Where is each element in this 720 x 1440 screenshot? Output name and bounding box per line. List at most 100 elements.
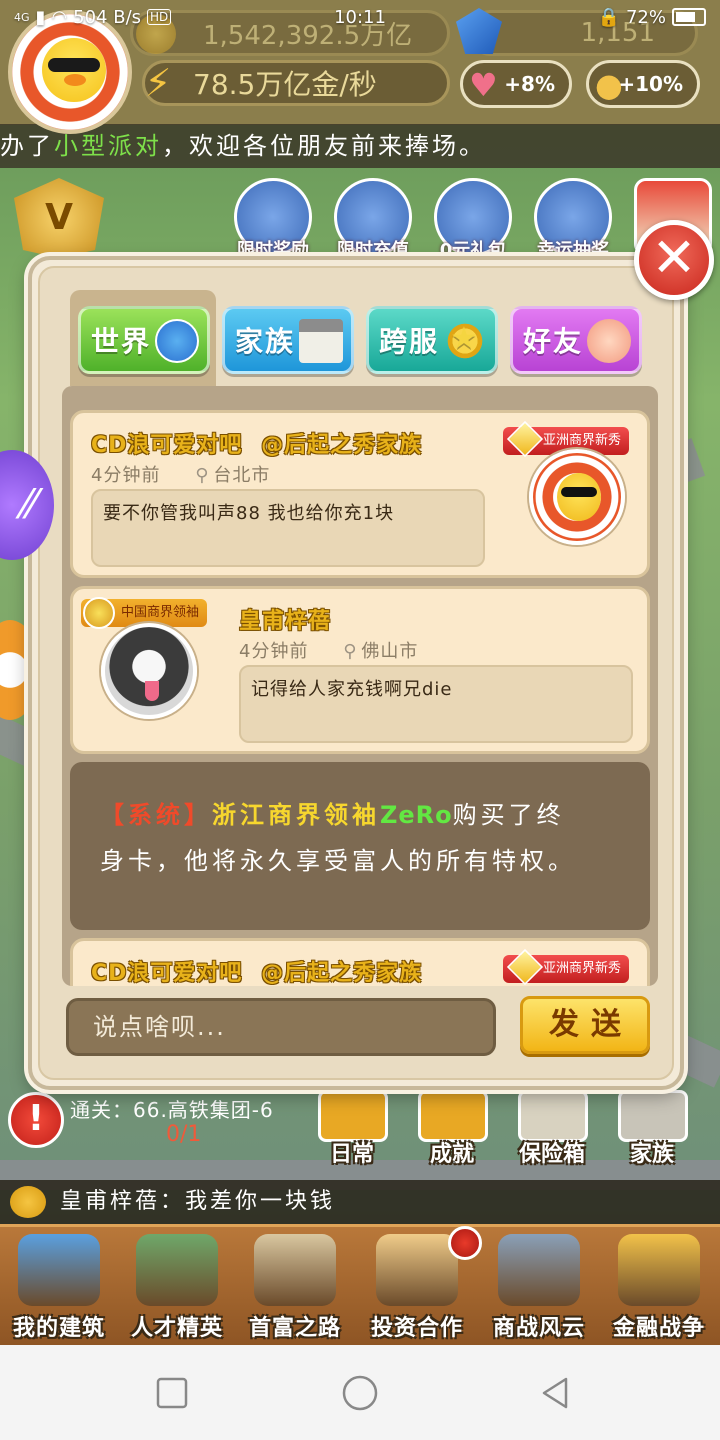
rank-badge-label: 亚洲商界新秀 [543,961,622,976]
money-rate: 78.5万亿金/秒 [193,68,377,101]
tab-friends[interactable]: 好友 [510,306,642,374]
chat-bubble-icon [10,1186,46,1218]
chat-ticker[interactable]: 皇甫梓蓓：我差你一块钱 [0,1180,720,1224]
tab-label: 世界 [91,325,152,358]
nav-talent[interactable]: 人才精英 [122,1230,232,1341]
sender-name-group: CD浪可爱对吧 @后起之秀家族 [91,427,422,459]
nav-label: 首富之路 [248,1316,341,1341]
battery-fill [676,12,695,22]
building-icon [299,319,343,363]
chat-message-list[interactable]: CD浪可爱对吧 @后起之秀家族 亚洲商界新秀 4分钟前 ⚲ 台北市 要不你管我叫声… [62,386,658,986]
chat-message: 中国商界领袖 皇甫梓蓓 4分钟前 ⚲ 佛山市 记得给人家充钱啊兄die [70,586,650,754]
chat-input-placeholder: 说点啥呗... [93,1013,226,1041]
system-title: 浙江商界领袖 [212,801,380,829]
message-bubble: 记得给人家充钱啊兄die [239,665,633,743]
location-pin-icon: ⚲ [343,641,358,662]
nav-finance-war[interactable]: 金融战争 [604,1230,714,1341]
close-icon: ✕ [651,226,697,289]
message-bubble: 要不你管我叫声88 我也给你充1块 [91,489,485,567]
checklist-icon [318,1090,388,1142]
nav-my-buildings[interactable]: 我的建筑 [4,1230,114,1341]
battery-icon [672,8,706,26]
message-location: 佛山市 [361,641,419,662]
tab-family[interactable]: 家族 [222,306,354,374]
nav-business-war[interactable]: 商战风云 [484,1230,594,1341]
message-time: 4分钟前 [91,465,161,486]
skyscraper-icon [18,1234,100,1306]
sender-family: @后起之秀家族 [261,961,423,986]
coin-stack-icon: ● [595,66,623,104]
sender-avatar[interactable] [101,623,197,719]
task-description: 通关：66.高铁集团-6 [70,1098,274,1122]
message-meta: 4分钟前 ⚲ 台北市 [91,461,270,487]
heart-bonus: +8% [504,72,555,96]
system-tag: 【系统】 [100,801,212,829]
task-progress: 0/1 [166,1122,202,1147]
ticker-suffix: ，欢迎各位朋友前来捧场。 [162,132,486,160]
system-message: 【系统】浙江商界领袖ZeRo购买了终 身卡，他将永久享受富人的所有特权。 [70,762,650,930]
ticker-highlight: 小型派对 [54,132,162,160]
safe-icon [518,1090,588,1142]
handshake-icon [376,1234,458,1306]
message-meta: 4分钟前 ⚲ 佛山市 [239,637,418,663]
medal-icon [418,1090,488,1142]
duck-avatar-icon [557,473,601,521]
sender-family: @后起之秀家族 [261,433,423,458]
lightning-icon: ⚡ [144,61,172,105]
diamond-icon [506,948,544,986]
quick-label: 日常 [329,1142,374,1167]
sender-name[interactable]: 皇甫梓蓓 [239,603,331,635]
beak [64,74,86,86]
system-player[interactable]: ZeRo [380,801,453,829]
notification-dot [448,1226,482,1260]
tab-label: 跨服 [379,325,440,358]
home-icon[interactable] [340,1373,380,1413]
nav-label: 金融战争 [612,1316,705,1341]
rank-badge: 亚洲商界新秀 [503,948,630,986]
chat-message: CD浪可爱对吧 @后起之秀家族 亚洲商界新秀 [70,938,650,986]
tab-label: 家族 [235,325,296,358]
back-icon[interactable] [536,1373,576,1413]
people-icon [136,1234,218,1306]
sunglasses [48,58,100,72]
money-rate-bar: 78.5万亿金/秒 [142,60,450,106]
heart-icon: ♥ [469,66,498,104]
building-icon [618,1090,688,1142]
message-location: 台北市 [213,465,271,486]
nav-richest-road[interactable]: 首富之路 [240,1230,350,1341]
tab-world[interactable]: 世界 [78,306,210,374]
clock: 10:11 [334,6,386,28]
globe-icon [155,319,199,363]
alert-icon[interactable]: ! [8,1092,64,1148]
rank-badge-label: 亚洲商界新秀 [543,433,622,448]
dollar-coin-icon [618,1234,700,1306]
couple-icon [587,319,631,363]
sender-name[interactable]: CD浪可爱对吧 [91,961,242,986]
duck-avatar-icon [42,38,106,102]
system-text: 身卡，他将永久享受富人的所有特权。 [100,847,576,875]
close-button[interactable]: ✕ [634,220,714,300]
husky-avatar-icon [145,681,159,701]
tab-cross-server[interactable]: 跨服 ★ [366,306,498,374]
diamond-icon [506,420,544,458]
nav-label: 我的建筑 [12,1316,105,1341]
heart-bonus-button[interactable]: ♥ +8% [460,60,572,108]
sunglasses [561,487,597,497]
quick-label: 家族 [629,1142,674,1167]
ticker-prefix: 办了 [0,132,54,160]
sender-avatar[interactable] [529,449,625,545]
quick-label: 保险箱 [518,1142,585,1167]
sender-name-group: CD浪可爱对吧 @后起之秀家族 [91,955,422,986]
message-text: 记得给人家充钱啊兄die [251,679,453,700]
sender-name[interactable]: CD浪可爱对吧 [91,433,242,458]
road-icon [254,1234,336,1306]
recent-apps-icon[interactable] [152,1373,192,1413]
system-text: 购买了终 [452,801,565,829]
coin-bonus-button[interactable]: ● +10% [586,60,700,108]
location-pin-icon: ⚲ [195,465,210,486]
chat-input[interactable]: 说点啥呗... [66,998,496,1056]
medal-icon [83,597,115,629]
star-icon: ★ [443,319,487,363]
coin-bonus: +10% [618,72,683,96]
send-button[interactable]: 发送 [520,996,650,1054]
